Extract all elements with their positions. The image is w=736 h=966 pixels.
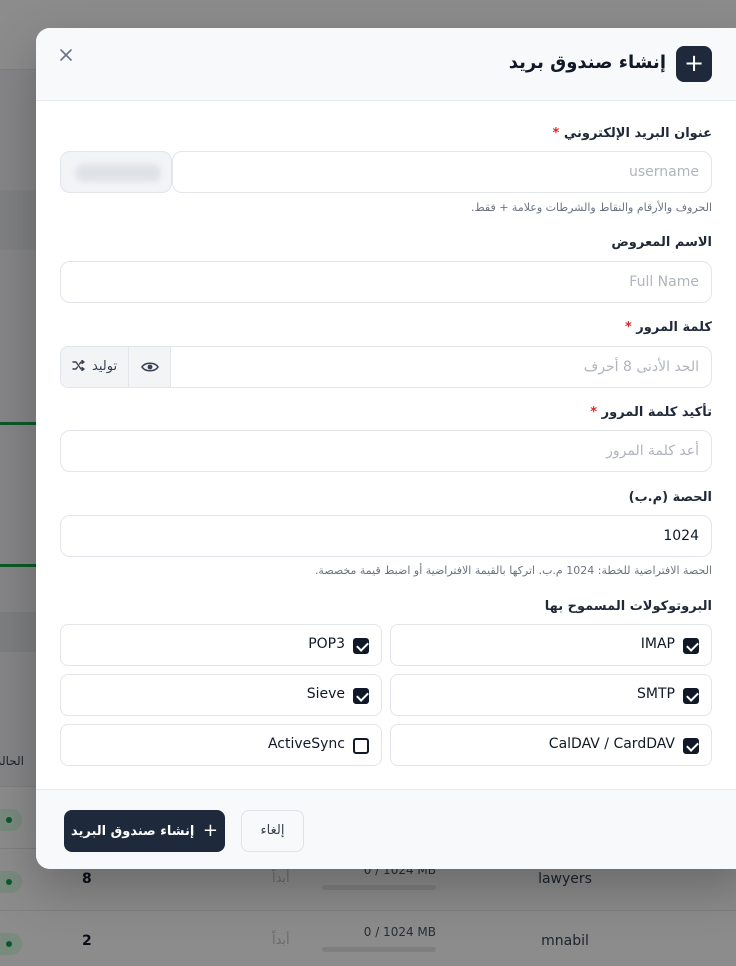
protocol-checkbox[interactable] <box>353 738 369 754</box>
cancel-button[interactable]: إلغاء <box>241 810 304 852</box>
generate-password-button[interactable]: توليد <box>60 346 129 388</box>
shuffle-icon <box>72 359 85 372</box>
protocol-name: IMAP <box>640 636 675 652</box>
password-label: كلمة المرور * <box>624 320 712 335</box>
protocol-name: SMTP <box>637 686 675 702</box>
protocol-option-imap[interactable]: IMAP <box>390 624 712 666</box>
email-username-input[interactable]: username <box>172 151 712 193</box>
close-icon[interactable] <box>56 46 76 66</box>
protocols-label: البروتوكولات المسموح بها <box>544 599 712 614</box>
quota-value: 1024 <box>663 528 699 544</box>
quota-input[interactable]: 1024 <box>60 515 712 557</box>
domain-value-redacted <box>75 164 161 182</box>
protocol-name: Sieve <box>306 686 345 702</box>
password-input[interactable]: الحد الأدنى 8 أحرف <box>170 346 712 388</box>
email-hint: الحروف والأرقام والنقاط والشرطات وعلامة … <box>470 201 712 214</box>
quota-label: الحصة (م.ب) <box>628 490 712 505</box>
confirm-password-placeholder: أعد كلمة المرور <box>606 443 699 459</box>
protocol-checkbox[interactable] <box>353 688 369 704</box>
protocol-checkbox[interactable] <box>683 688 699 704</box>
protocol-option-caldav[interactable]: CalDAV / CardDAV <box>390 724 712 766</box>
generate-label: توليد <box>92 359 118 374</box>
protocol-checkbox[interactable] <box>353 638 369 654</box>
create-mailbox-dialog: + إنشاء صندوق بريد عنوان البريد الإلكترو… <box>36 28 736 869</box>
create-mailbox-button[interactable]: + إنشاء صندوق البريد <box>64 810 225 852</box>
create-mailbox-label: إنشاء صندوق البريد <box>71 824 195 839</box>
close-icon-glyph <box>60 49 72 61</box>
confirm-password-input[interactable]: أعد كلمة المرور <box>60 430 712 472</box>
dialog-title: إنشاء صندوق بريد <box>508 52 666 73</box>
display-name-placeholder: Full Name <box>629 274 699 290</box>
quota-hint: الحصة الافتراضية للخطة: 1024 م.ب. اتركها… <box>314 564 712 577</box>
display-name-label: الاسم المعروض <box>611 235 712 250</box>
protocol-option-smtp[interactable]: SMTP <box>390 674 712 716</box>
dialog-header: + إنشاء صندوق بريد <box>36 28 736 101</box>
protocol-name: ActiveSync <box>267 736 345 752</box>
eye-icon <box>140 362 159 372</box>
protocol-option-pop3[interactable]: POP3 <box>60 624 382 666</box>
plus-icon: + <box>676 46 712 82</box>
protocol-option-sieve[interactable]: Sieve <box>60 674 382 716</box>
toggle-password-visibility-button[interactable] <box>128 346 171 388</box>
protocol-name: CalDAV / CardDAV <box>548 736 675 752</box>
display-name-input[interactable]: Full Name <box>60 261 712 303</box>
password-placeholder: الحد الأدنى 8 أحرف <box>583 359 699 375</box>
email-domain-select[interactable] <box>60 151 172 193</box>
protocol-checkbox[interactable] <box>683 638 699 654</box>
email-placeholder: username <box>629 164 699 180</box>
dialog-footer: + إنشاء صندوق البريد إلغاء <box>36 789 736 869</box>
protocol-checkbox[interactable] <box>683 738 699 754</box>
plus-icon: + <box>202 820 218 841</box>
email-label: عنوان البريد الإلكتروني * <box>552 126 713 141</box>
protocol-option-activesync[interactable]: ActiveSync <box>60 724 382 766</box>
protocol-name: POP3 <box>308 636 345 652</box>
confirm-password-label: تأكيد كلمة المرور * <box>590 405 712 420</box>
